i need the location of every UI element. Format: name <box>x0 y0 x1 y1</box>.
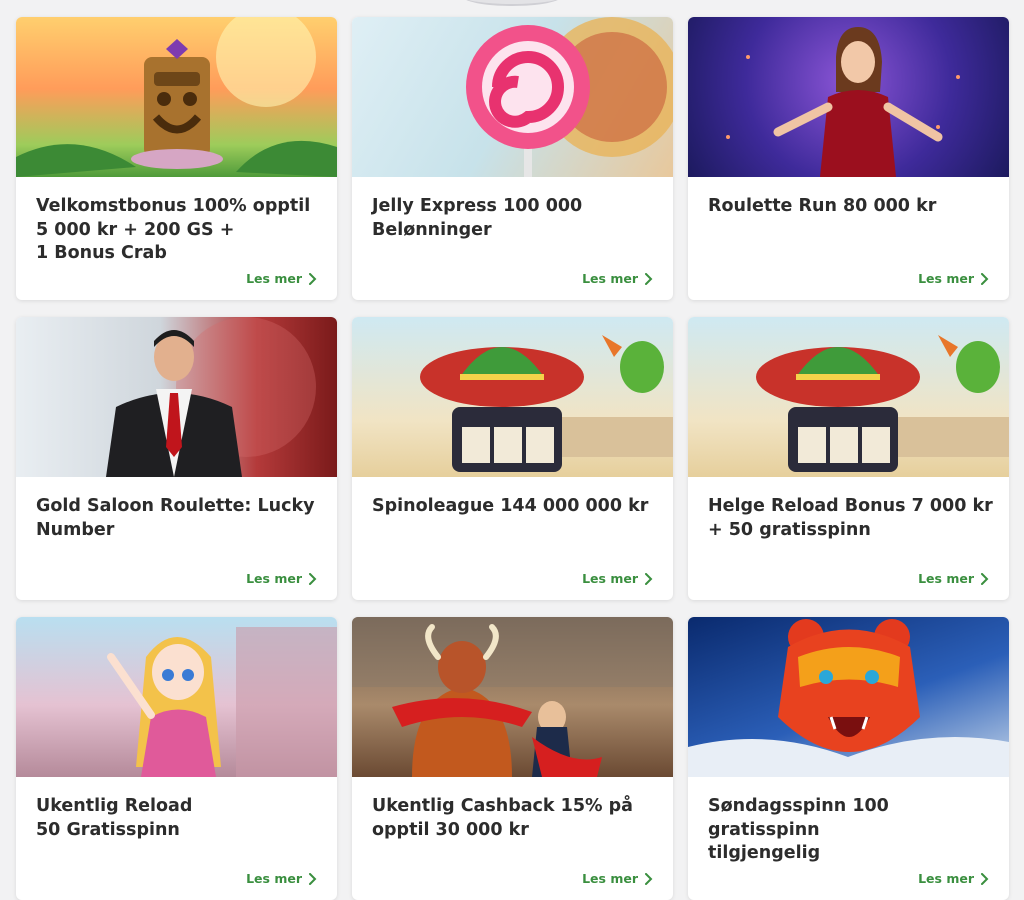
chevron-right-icon <box>645 572 653 585</box>
les-mer-label: Les mer <box>246 871 302 886</box>
les-mer-link[interactable]: Les mer <box>246 871 317 886</box>
chevron-right-icon <box>645 872 653 885</box>
promo-image-dealer-woman <box>688 17 1009 177</box>
promo-card-velkomstbonus[interactable]: Velkomstbonus 100% opptil 5 000 kr + 200… <box>16 17 337 300</box>
promo-title-line: Jelly Express 100 000 <box>372 196 583 216</box>
les-mer-link[interactable]: Les mer <box>582 571 653 586</box>
promo-title: Gold Saloon Roulette: Lucky Number <box>36 495 321 542</box>
promo-image-tiki-totem <box>16 17 337 177</box>
promo-image-bull-matador <box>352 617 673 777</box>
chevron-right-icon <box>981 572 989 585</box>
promo-title: Helge Reload Bonus 7 000 kr + 50 gratiss… <box>708 495 993 542</box>
chevron-right-icon <box>645 272 653 285</box>
promo-title-line: Roulette Run 80 000 kr <box>708 196 937 216</box>
promo-title-line: Number <box>36 519 115 540</box>
chevron-right-icon <box>309 572 317 585</box>
promo-title: Ukentlig Reload 50 Gratisspinn <box>36 795 321 842</box>
chevron-right-icon <box>981 272 989 285</box>
promo-card-gold-saloon[interactable]: Gold Saloon Roulette: Lucky Number Les m… <box>16 317 337 600</box>
promo-title-line: Spinoleague 144 000 000 kr <box>372 496 649 516</box>
les-mer-link[interactable]: Les mer <box>918 271 989 286</box>
promo-card-sondagsspinn[interactable]: Søndagsspinn 100 gratisspinn tilgjengeli… <box>688 617 1009 900</box>
promo-title-line: 1 Bonus Crab <box>36 243 167 263</box>
promo-title-line: Helge Reload Bonus 7 000 kr <box>708 496 993 516</box>
les-mer-label: Les mer <box>918 871 974 886</box>
promo-title-line: opptil 30 000 kr <box>372 819 529 840</box>
promo-title-line: Gold Saloon Roulette: Lucky <box>36 496 315 516</box>
les-mer-label: Les mer <box>918 271 974 286</box>
chevron-right-icon <box>981 872 989 885</box>
promo-image-dealer-man <box>16 317 337 477</box>
promo-title-line: Ukentlig Cashback 15% på <box>372 796 633 816</box>
les-mer-link[interactable]: Les mer <box>582 871 653 886</box>
les-mer-label: Les mer <box>246 571 302 586</box>
promo-card-ukentlig-reload[interactable]: Ukentlig Reload 50 Gratisspinn Les mer <box>16 617 337 900</box>
promo-title-line: Velkomstbonus 100% opptil <box>36 196 311 216</box>
chevron-right-icon <box>309 272 317 285</box>
promo-title: Jelly Express 100 000 Belønninger <box>372 195 657 242</box>
promo-card-roulette-run[interactable]: Roulette Run 80 000 kr Les mer <box>688 17 1009 300</box>
next-card-edge <box>16 860 337 870</box>
promo-title-line: + 50 gratisspinn <box>708 519 871 540</box>
promo-title-line: Belønninger <box>372 219 492 240</box>
promo-title: Velkomstbonus 100% opptil 5 000 kr + 200… <box>36 195 321 266</box>
promo-title: Ukentlig Cashback 15% på opptil 30 000 k… <box>372 795 657 842</box>
promo-title: Roulette Run 80 000 kr <box>708 195 993 219</box>
les-mer-label: Les mer <box>582 271 638 286</box>
les-mer-label: Les mer <box>582 871 638 886</box>
les-mer-label: Les mer <box>918 571 974 586</box>
promo-image-sombrero-slot <box>352 317 673 477</box>
promo-title: Spinoleague 144 000 000 kr <box>372 495 657 519</box>
promo-image-sombrero-slot <box>688 317 1009 477</box>
promo-image-bear-mask <box>688 617 1009 777</box>
promo-title-line: Søndagsspinn 100 gratisspinn <box>708 796 889 840</box>
promo-title-line: 5 000 kr + 200 GS + <box>36 219 235 240</box>
chevron-right-icon <box>309 872 317 885</box>
les-mer-link[interactable]: Les mer <box>246 571 317 586</box>
les-mer-link[interactable]: Les mer <box>918 571 989 586</box>
promo-card-helge-reload[interactable]: Helge Reload Bonus 7 000 kr + 50 gratiss… <box>688 317 1009 600</box>
promo-image-anime-maid <box>16 617 337 777</box>
promo-title-line: tilgjengelig <box>708 843 821 863</box>
promo-image-lollipop <box>352 17 673 177</box>
les-mer-label: Les mer <box>582 571 638 586</box>
promo-title: Søndagsspinn 100 gratisspinn tilgjengeli… <box>708 795 993 866</box>
les-mer-link[interactable]: Les mer <box>582 271 653 286</box>
promo-card-jelly-express[interactable]: Jelly Express 100 000 Belønninger Les me… <box>352 17 673 300</box>
promo-card-ukentlig-cashback[interactable]: Ukentlig Cashback 15% på opptil 30 000 k… <box>352 617 673 900</box>
les-mer-link[interactable]: Les mer <box>918 871 989 886</box>
top-carousel-edge <box>462 0 562 6</box>
promo-card-spinoleague[interactable]: Spinoleague 144 000 000 kr Les mer <box>352 317 673 600</box>
promotions-grid: Velkomstbonus 100% opptil 5 000 kr + 200… <box>16 17 1009 900</box>
promo-title-line: 50 Gratisspinn <box>36 819 180 840</box>
les-mer-link[interactable]: Les mer <box>246 271 317 286</box>
promo-title-line: Ukentlig Reload <box>36 796 193 816</box>
les-mer-label: Les mer <box>246 271 302 286</box>
